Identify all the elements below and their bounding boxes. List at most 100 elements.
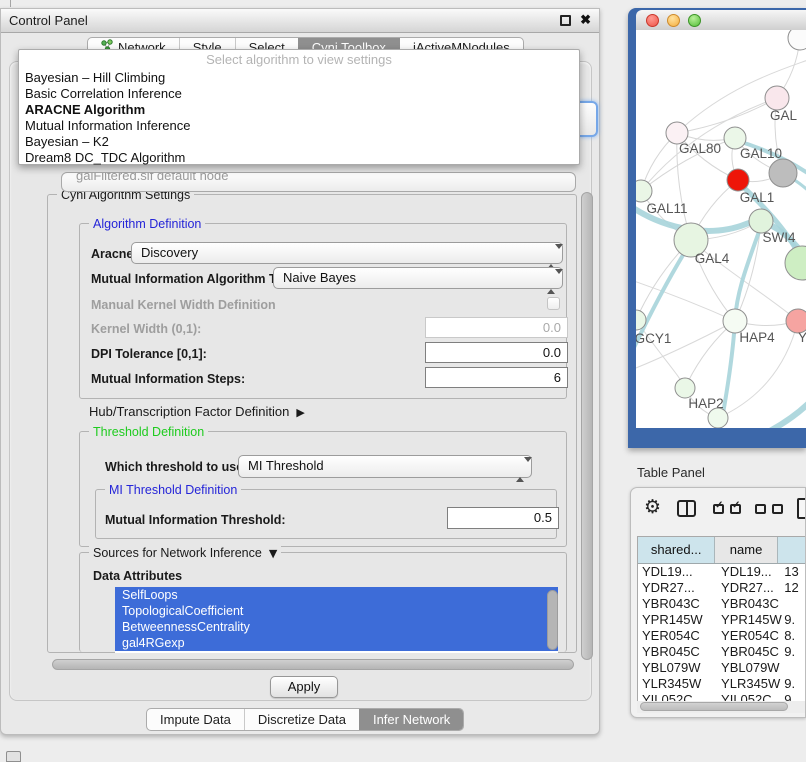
close-window-icon[interactable]: ✖ [580, 12, 591, 28]
manual-kernel-label: Manual Kernel Width Definition [91, 298, 276, 312]
close-traffic-light-icon[interactable] [646, 14, 659, 27]
mi-steps-field[interactable]: 6 [425, 367, 568, 388]
hub-definition-toggle[interactable]: Hub/Transcription Factor Definition▶ [89, 404, 305, 419]
aracne-mode-combo[interactable]: Discovery [131, 242, 563, 264]
mi-algorithm-type-combo[interactable]: Naive Bayes [273, 267, 563, 289]
dpi-tolerance-field[interactable]: 0.0 [425, 342, 568, 363]
cell-shared-name: YDR27... [638, 580, 719, 596]
checked-checkbox-icon[interactable]: ✓ [730, 504, 741, 514]
cell-shared-name: YBL079W [638, 660, 719, 676]
node-label-y: Y [798, 330, 806, 345]
table-data-combo-value: galFiltered.sif default node [76, 172, 228, 183]
bottom-tab-bar: Impute DataDiscretize DataInfer Network [146, 708, 464, 731]
table-panel-window: ⚙ ✓ ✓ shared...name YDL19...YDL19...13YD… [630, 487, 806, 718]
table-row[interactable]: YDL19...YDL19...13 [638, 564, 806, 580]
settings-horizontal-scrollbar[interactable] [49, 658, 577, 671]
table-row[interactable]: YER054CYER054C8. [638, 628, 806, 644]
minimized-panel-icon[interactable] [6, 751, 21, 762]
algorithm-option-aracne-algorithm[interactable]: ARACNE Algorithm [19, 102, 579, 118]
node-unlabeled[interactable] [788, 30, 806, 50]
settings-vertical-scrollbar[interactable] [580, 190, 594, 662]
document-icon[interactable] [797, 498, 806, 519]
algorithm-option-bayesian-hill-climbing[interactable]: Bayesian – Hill Climbing [19, 70, 579, 86]
table-row[interactable]: YBL079WYBL079W [638, 660, 806, 676]
node-hap2[interactable] [675, 378, 695, 398]
zoom-traffic-light-icon[interactable] [688, 14, 701, 27]
node-label-gal10: GAL10 [740, 146, 782, 161]
algorithm-option-basic-correlation-inference[interactable]: Basic Correlation Inference [19, 86, 579, 102]
node-unlabeled[interactable] [769, 159, 797, 187]
node-label-gal: GAL [770, 108, 798, 123]
split-columns-icon[interactable] [677, 500, 696, 517]
cell-name: YIL052C [719, 692, 784, 701]
column-header-shared[interactable]: shared... [638, 537, 715, 563]
data-attributes-list[interactable]: SelfLoopsTopologicalCoefficientBetweenne… [115, 587, 558, 653]
threshold-definition-title: Threshold Definition [89, 425, 208, 439]
cell-name: YER054C [719, 628, 784, 644]
table-row[interactable]: YDR27...YDR27...12 [638, 580, 806, 596]
cell-value [784, 660, 806, 676]
mi-threshold-group-title: MI Threshold Definition [105, 483, 241, 497]
aracne-mode-value: Discovery [141, 245, 198, 260]
list-scrollbar-thumb[interactable] [547, 590, 558, 650]
minimize-traffic-light-icon[interactable] [667, 14, 680, 27]
node-unlabeled[interactable] [785, 246, 806, 280]
attribute-item-gal4rgexp[interactable]: gal4RGexp [115, 635, 558, 651]
cell-name: YBR045C [719, 644, 784, 660]
cell-shared-name: YER054C [638, 628, 719, 644]
table-row[interactable]: YIL052CYIL052C9 [638, 692, 806, 701]
network-canvas[interactable]: GALGAL80GAL10GAL1GAL11SWI4GAL4GCY1HAP4YH… [636, 30, 806, 428]
cell-value: 9. [784, 612, 806, 628]
tab-discretize-data[interactable]: Discretize Data [244, 709, 359, 730]
algorithm-option-mutual-information-inference[interactable]: Mutual Information Inference [19, 118, 579, 134]
table-row[interactable]: YBR043CYBR043C [638, 596, 806, 612]
float-window-icon[interactable] [560, 15, 571, 26]
horizontal-scrollbar-thumb[interactable] [52, 659, 574, 670]
tab-impute-data[interactable]: Impute Data [147, 709, 244, 730]
unchecked-checkbox-icon[interactable] [755, 504, 766, 514]
which-threshold-value: MI Threshold [248, 458, 324, 473]
algorithm-option-bayesian-k2[interactable]: Bayesian – K2 [19, 134, 579, 150]
gear-icon[interactable]: ⚙ [644, 496, 661, 518]
algorithm-option-dream8-dc-tdc-algorithm[interactable]: Dream8 DC_TDC Algorithm [19, 150, 579, 166]
table-row[interactable]: YLR345WYLR345W9. [638, 676, 806, 692]
mi-threshold-field[interactable]: 0.5 [447, 507, 559, 529]
node-gal11[interactable] [636, 180, 652, 202]
cell-shared-name: YDL19... [638, 564, 719, 580]
tab-infer-network[interactable]: Infer Network [359, 709, 463, 730]
attribute-item-topologicalcoefficient[interactable]: TopologicalCoefficient [115, 603, 558, 619]
apply-button[interactable]: Apply [270, 676, 338, 698]
network-window-titlebar[interactable] [636, 10, 806, 31]
table-horizontal-scrollbar[interactable] [637, 701, 806, 713]
cell-name: YPR145W [719, 612, 784, 628]
table-row[interactable]: YPR145WYPR145W9. [638, 612, 806, 628]
attribute-item-selfloops[interactable]: SelfLoops [115, 587, 558, 603]
node-unlabeled[interactable] [708, 408, 728, 428]
which-threshold-combo[interactable]: MI Threshold [238, 455, 532, 478]
checked-checkbox-icon[interactable]: ✓ [713, 504, 724, 514]
table-row[interactable]: YBR045CYBR045C9. [638, 644, 806, 660]
table-scrollbar-thumb[interactable] [640, 702, 788, 711]
table-panel-toolbar: ⚙ ✓ ✓ [631, 488, 805, 532]
manual-kernel-checkbox[interactable] [547, 297, 560, 310]
mi-threshold-label: Mutual Information Threshold: [105, 513, 286, 527]
node-label-gal11: GAL11 [646, 201, 687, 216]
column-header-3[interactable] [778, 537, 806, 563]
expanded-arrow-icon: ▼ [269, 547, 277, 560]
node-gal[interactable] [765, 86, 789, 110]
algorithm-dropdown-popup: Select algorithm to view settings Bayesi… [18, 49, 580, 165]
combo-arrows-icon [516, 460, 524, 474]
cell-name: YLR345W [719, 676, 784, 692]
vertical-scrollbar-thumb[interactable] [581, 192, 593, 660]
node-label-swi4: SWI4 [762, 230, 795, 245]
kernel-width-field[interactable]: 0.0 [425, 317, 568, 338]
attribute-item-betweennesscentrality[interactable]: BetweennessCentrality [115, 619, 558, 635]
table-data-combo[interactable]: galFiltered.sif default node [61, 172, 576, 192]
cell-name: YBR043C [719, 596, 784, 612]
inference-algorithm-combo-fragment[interactable] [579, 101, 598, 137]
unchecked-checkbox-icon[interactable] [772, 504, 783, 514]
control-panel-titlebar[interactable]: Control Panel ✖ [1, 9, 599, 33]
column-header-name[interactable]: name [715, 537, 777, 563]
sources-group-toggle[interactable]: Sources for Network Inference▼ [89, 546, 281, 560]
node-gal1[interactable] [727, 169, 749, 191]
